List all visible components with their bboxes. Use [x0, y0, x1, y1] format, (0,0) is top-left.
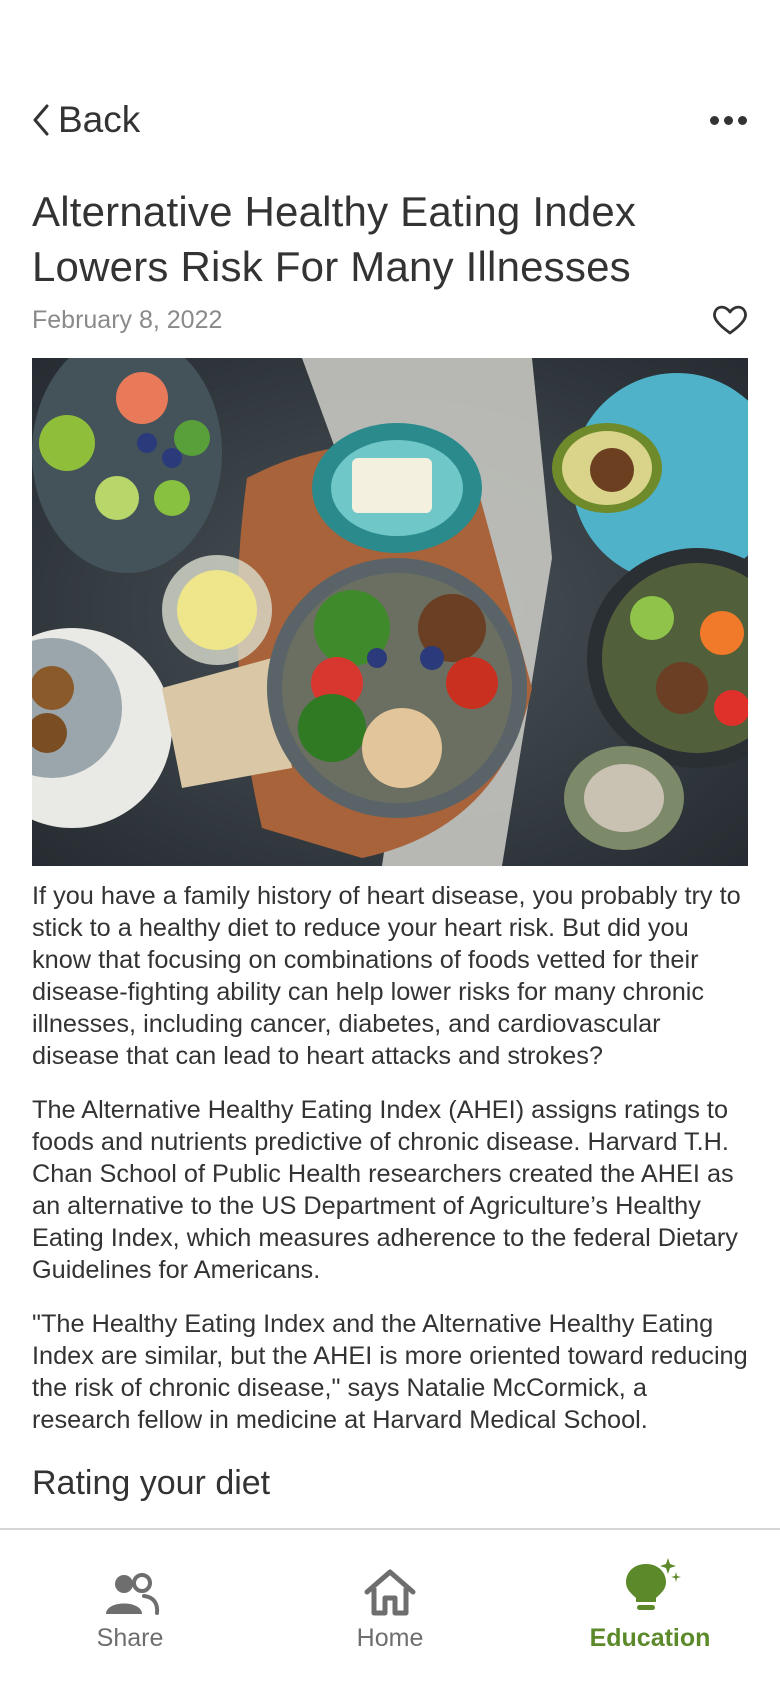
article-meta: February 8, 2022	[32, 300, 748, 340]
tab-education-label: Education	[589, 1624, 711, 1652]
more-dots-icon	[709, 115, 719, 125]
tab-share[interactable]: Share	[0, 1530, 260, 1688]
tab-education-icon-wrap	[618, 1558, 682, 1616]
back-label: Back	[58, 99, 141, 140]
top-bar: Back	[32, 92, 748, 148]
chevron-left-icon	[33, 104, 49, 136]
home-icon	[364, 1569, 416, 1616]
tab-share-label: Share	[96, 1624, 164, 1652]
article-title: Alternative Healthy Eating Index Lowers …	[32, 188, 637, 290]
food-bowls-illustration	[32, 358, 748, 866]
article-paragraph: The Alternative Healthy Eating Index (AH…	[32, 1096, 738, 1284]
lightbulb-sparkle-icon	[626, 1558, 681, 1610]
tab-share-icon-wrap	[100, 1560, 160, 1616]
tab-home-icon-wrap	[363, 1560, 417, 1616]
article-paragraph: If you have a family history of heart di…	[32, 882, 741, 1070]
tab-home-label: Home	[356, 1624, 424, 1652]
tab-education[interactable]: Education	[520, 1530, 780, 1688]
article-paragraph: "The Healthy Eating Index and the Altern…	[32, 1310, 748, 1434]
back-button[interactable]: Back	[32, 99, 140, 141]
article-date: February 8, 2022	[32, 305, 223, 334]
bottom-tab-bar: Share Home Education	[0, 1528, 780, 1688]
section-heading: Rating your diet	[32, 1464, 271, 1502]
favorite-button[interactable]	[712, 304, 748, 336]
heart-icon	[713, 305, 747, 335]
more-dot	[737, 115, 747, 125]
more-options-button[interactable]	[708, 100, 748, 140]
tab-home[interactable]: Home	[260, 1530, 520, 1688]
people-icon	[106, 1573, 160, 1615]
article-image	[32, 358, 748, 866]
article-body: If you have a family history of heart di…	[32, 880, 750, 1503]
more-dot	[723, 115, 733, 125]
